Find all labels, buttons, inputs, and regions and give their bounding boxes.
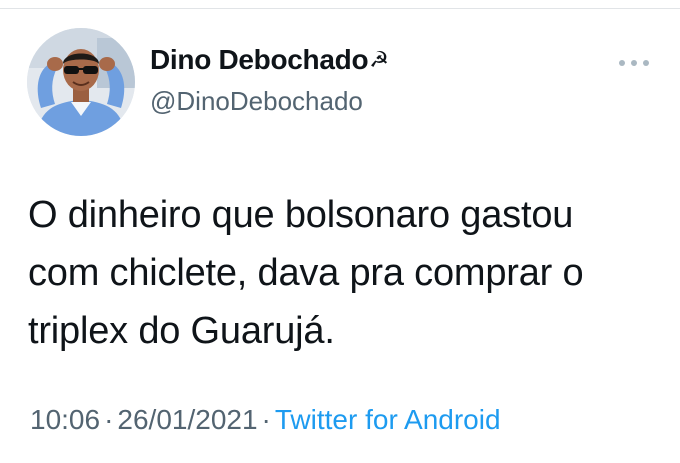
author-handle[interactable]: @DinoDebochado bbox=[150, 86, 363, 117]
display-name-text: Dino Debochado bbox=[150, 44, 369, 75]
separator: · bbox=[261, 404, 271, 435]
more-options-icon[interactable] bbox=[619, 56, 649, 70]
tweet-text-line: com chiclete, dava pra comprar o bbox=[28, 252, 584, 294]
avatar-photo bbox=[27, 28, 135, 136]
tweet-metadata: 10:06 · 26/01/2021 · Twitter for Android bbox=[30, 404, 501, 436]
hammer-sickle-icon: ☭ bbox=[369, 47, 389, 72]
top-divider bbox=[0, 0, 680, 9]
tweet-date[interactable]: 26/01/2021 bbox=[117, 404, 257, 435]
author-display-name[interactable]: Dino Debochado☭ bbox=[150, 44, 389, 76]
separator: · bbox=[104, 404, 114, 435]
tweet-text-line: triplex do Guarujá. bbox=[28, 310, 335, 352]
tweet-text-line: O dinheiro que bolsonaro gastou bbox=[28, 194, 574, 236]
tweet-time[interactable]: 10:06 bbox=[30, 404, 100, 435]
tweet-source-link[interactable]: Twitter for Android bbox=[275, 404, 501, 435]
avatar[interactable] bbox=[27, 28, 135, 136]
tweet-text: O dinheiro que bolsonaro gastou com chic… bbox=[28, 186, 658, 360]
